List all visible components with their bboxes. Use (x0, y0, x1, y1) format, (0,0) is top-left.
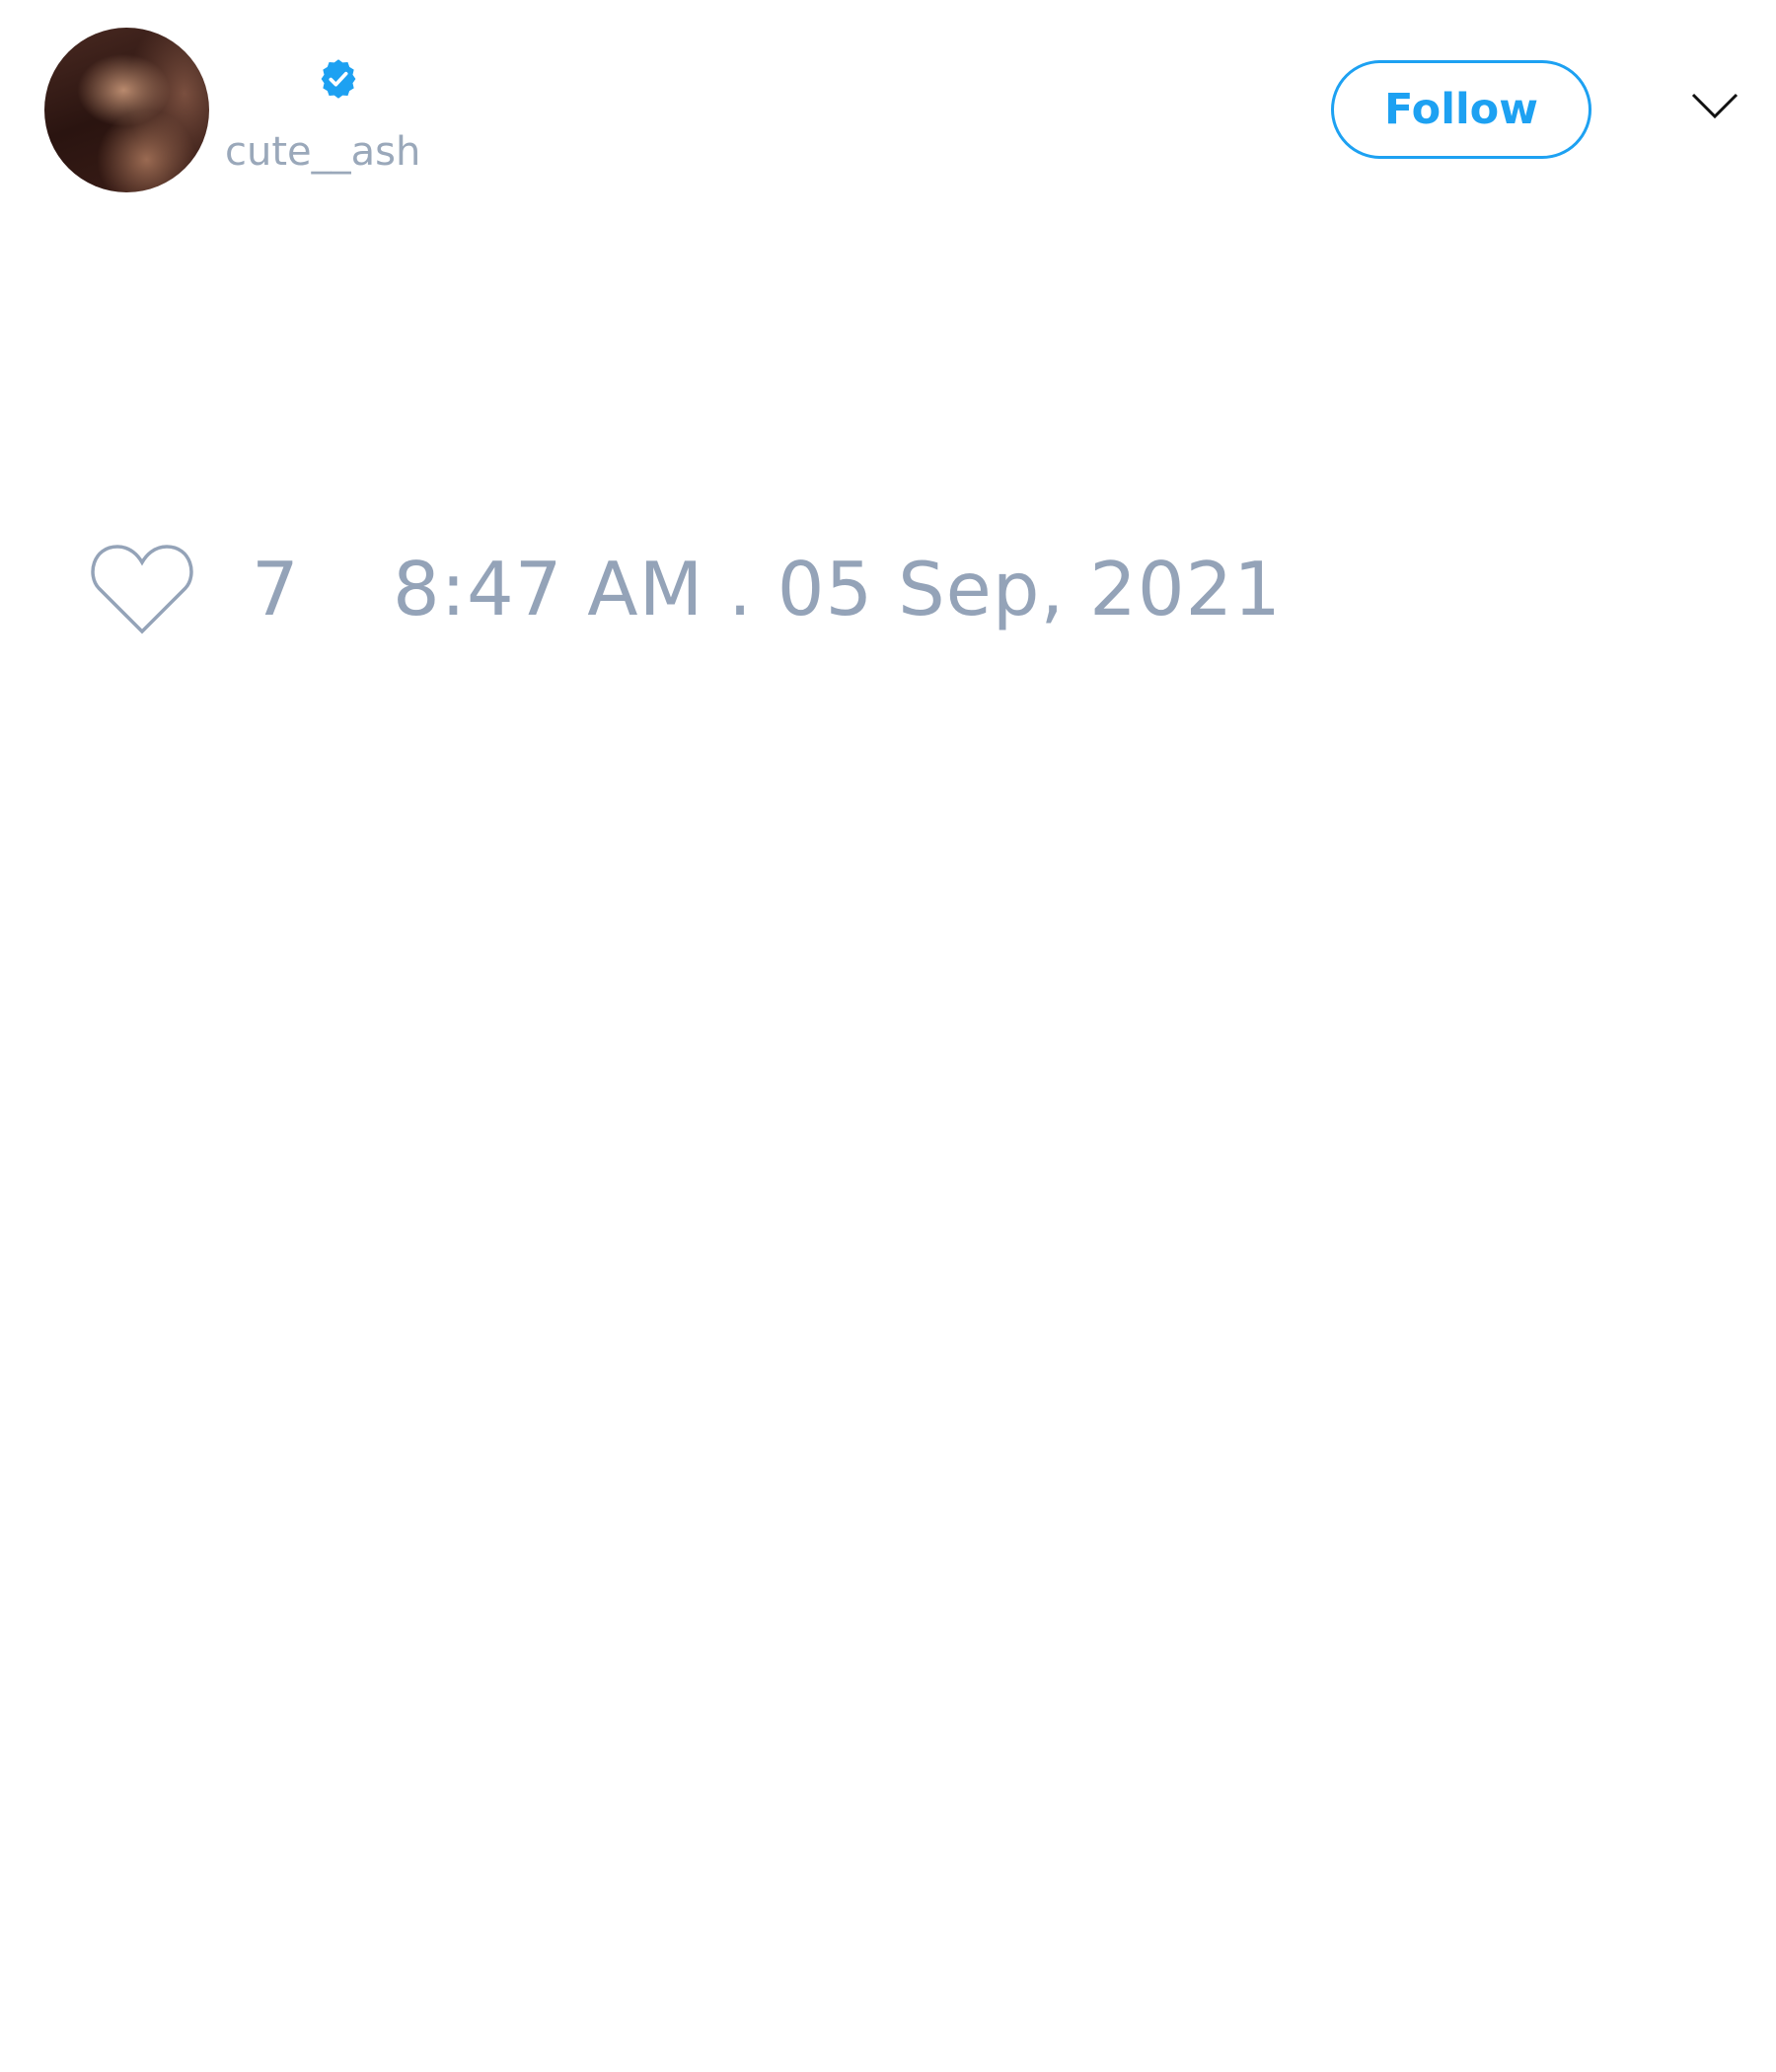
tweet-timestamp[interactable]: 8:47 AM . 05 Sep, 2021 (393, 545, 1282, 633)
verified-badge-icon (321, 59, 356, 99)
heart-icon[interactable] (90, 543, 194, 635)
author-handle[interactable]: cute__ash (225, 124, 420, 180)
chevron-down-icon[interactable] (1691, 91, 1739, 120)
avatar[interactable] (44, 28, 209, 192)
follow-button[interactable]: Follow (1331, 60, 1591, 159)
like-count: 7 (252, 546, 299, 632)
